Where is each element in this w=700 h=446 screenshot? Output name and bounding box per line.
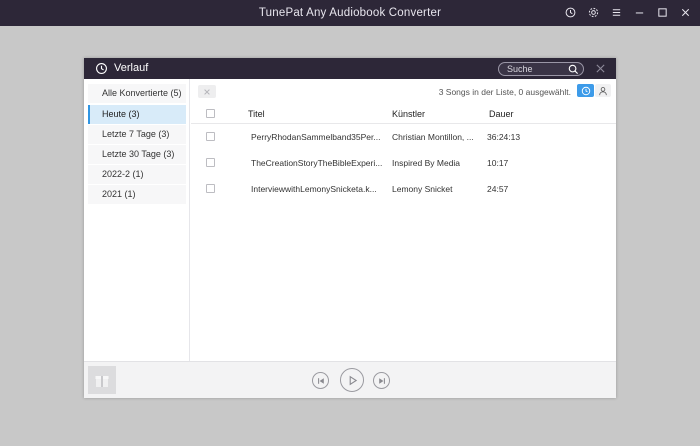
history-list-panel: 3 Songs in der Liste, 0 ausgewählt. Tite… — [191, 79, 616, 361]
dialog-header: Verlauf — [84, 58, 616, 79]
delete-icon — [204, 88, 210, 95]
skip-back-icon — [317, 377, 324, 384]
album-cover — [88, 366, 116, 394]
sidebar-item-2021[interactable]: 2021 (1) — [88, 185, 186, 204]
user-icon — [599, 86, 607, 95]
play-icon — [349, 375, 357, 385]
row-artist: Christian Montillon, ... — [392, 132, 474, 142]
delete-button[interactable] — [198, 85, 216, 98]
row-title: PerryRhodanSammelband35Per... — [251, 132, 381, 142]
sidebar-item-label: Heute (3) — [102, 109, 140, 119]
row-artist: Lemony Snicket — [392, 184, 453, 194]
search-box[interactable] — [498, 62, 584, 76]
app-titlebar: TunePat Any Audiobook Converter — [0, 0, 700, 26]
search-icon[interactable] — [568, 64, 579, 75]
table-row[interactable]: PerryRhodanSammelband35Per... Christian … — [191, 132, 616, 158]
maximize-icon[interactable] — [655, 5, 669, 19]
artist-view-button[interactable] — [595, 84, 611, 97]
row-title: InterviewwithLemonySnicketa.k... — [251, 184, 377, 194]
table-row[interactable]: TheCreationStoryTheBibleExperi... Inspir… — [191, 158, 616, 184]
clock-history-icon — [96, 63, 107, 74]
row-checkbox[interactable] — [206, 158, 215, 167]
history-view-button[interactable] — [577, 84, 594, 97]
history-icon[interactable] — [563, 5, 577, 19]
next-button[interactable] — [373, 372, 390, 389]
play-button[interactable] — [340, 368, 364, 392]
row-title: TheCreationStoryTheBibleExperi... — [251, 158, 383, 168]
sidebar-item-label: 2022-2 (1) — [102, 169, 144, 179]
close-icon[interactable] — [678, 5, 692, 19]
history-sidebar: Alle Konvertierte (5) Heute (3) Letzte 7… — [84, 79, 190, 361]
clock-icon — [581, 86, 590, 95]
row-checkbox[interactable] — [206, 132, 215, 141]
menu-icon[interactable] — [609, 5, 623, 19]
dialog-title: Verlauf — [114, 62, 149, 74]
row-checkbox[interactable] — [206, 184, 215, 193]
sidebar-item-label: Alle Konvertierte (5) — [102, 88, 182, 98]
column-duration[interactable]: Dauer — [489, 109, 514, 119]
column-title[interactable]: Titel — [248, 109, 265, 119]
sidebar-item-label: Letzte 7 Tage (3) — [102, 129, 170, 139]
row-artist: Inspired By Media — [392, 158, 461, 168]
sidebar-item-last-7-days[interactable]: Letzte 7 Tage (3) — [88, 125, 186, 144]
row-duration: 24:57 — [487, 184, 509, 194]
sidebar-item-label: Letzte 30 Tage (3) — [102, 149, 175, 159]
dialog-close-icon[interactable] — [595, 63, 606, 74]
history-dialog: Verlauf Alle Konvertierte (5) Heute (3) … — [84, 58, 616, 398]
player-bar — [84, 361, 616, 398]
skip-forward-icon — [378, 377, 385, 384]
gear-icon[interactable] — [586, 5, 600, 19]
minimize-icon[interactable] — [632, 5, 646, 19]
sidebar-item-label: 2021 (1) — [102, 189, 136, 199]
sidebar-item-last-30-days[interactable]: Letzte 30 Tage (3) — [88, 145, 186, 164]
row-duration: 10:17 — [487, 158, 509, 168]
table-row[interactable]: InterviewwithLemonySnicketa.k... Lemony … — [191, 184, 616, 210]
row-duration: 36:24:13 — [487, 132, 521, 142]
sidebar-item-all-converted[interactable]: Alle Konvertierte (5) — [88, 84, 186, 103]
sidebar-item-2022-2[interactable]: 2022-2 (1) — [88, 165, 186, 184]
sidebar-item-today[interactable]: Heute (3) — [88, 105, 186, 124]
table-header: Titel Künstler Dauer — [191, 104, 616, 124]
select-all-checkbox[interactable] — [206, 109, 215, 118]
previous-button[interactable] — [312, 372, 329, 389]
column-artist[interactable]: Künstler — [392, 109, 425, 119]
search-input[interactable] — [507, 63, 567, 75]
selection-count: 3 Songs in der Liste, 0 ausgewählt. — [438, 87, 571, 97]
gift-box-icon — [95, 376, 109, 387]
